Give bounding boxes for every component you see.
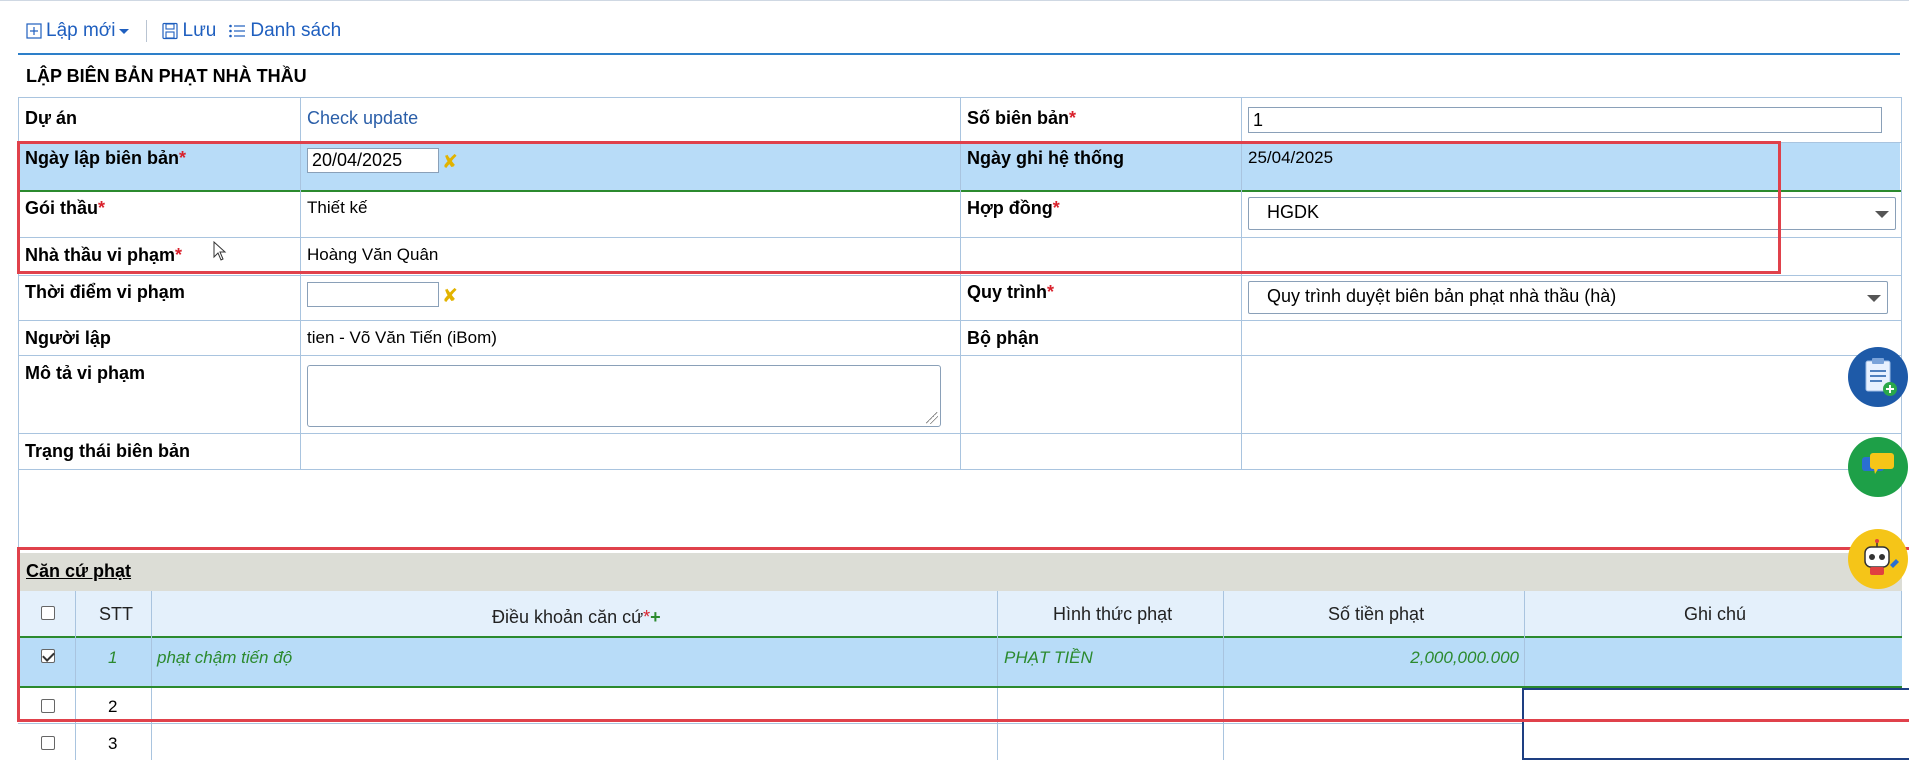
thoi-diem-input[interactable] <box>307 282 439 307</box>
grid-line <box>1223 636 1224 686</box>
du-an-label: Dự án <box>25 108 78 128</box>
toolbar-separator <box>145 20 147 42</box>
grid-line <box>960 97 961 469</box>
header-dieu-khoan: Điều khoản căn cứ*+ <box>492 607 661 627</box>
so-bien-ban-label: Số biên bản* <box>967 108 1077 128</box>
plus-square-icon <box>26 23 42 39</box>
so-bien-ban-input[interactable] <box>1248 107 1882 133</box>
resize-grip-icon[interactable] <box>926 412 938 424</box>
new-document-fab[interactable] <box>1848 347 1908 407</box>
grid-line <box>1524 636 1525 686</box>
header-so-tien: Số tiền phạt <box>1328 604 1425 624</box>
row-dieu-khoan[interactable]: phạt chậm tiến độ <box>157 648 292 668</box>
robot-icon <box>1864 539 1899 575</box>
hop-dong-label: Hợp đồng* <box>967 198 1060 218</box>
thoi-diem-label: Thời điểm vi phạm <box>25 282 185 302</box>
ghi-chu-editor[interactable] <box>1522 688 1919 760</box>
clear-date-icon[interactable]: ✘ <box>442 285 458 308</box>
row-checkbox[interactable] <box>41 649 55 663</box>
chevron-down-icon <box>1875 211 1889 218</box>
du-an-value[interactable]: Check update <box>307 108 418 129</box>
can-cu-table-header <box>18 591 1902 636</box>
trang-thai-label: Trạng thái biên bản <box>25 441 191 461</box>
mouse-cursor-icon <box>213 241 227 261</box>
add-row-icon[interactable]: + <box>650 607 661 627</box>
grid-line <box>18 97 19 469</box>
hop-dong-select[interactable]: HGDK <box>1248 197 1896 230</box>
nguoi-lap-label: Người lập <box>25 328 111 348</box>
ngay-lap-label: Ngày lập biên bản* <box>25 148 187 168</box>
toolbar-divider <box>18 53 1900 55</box>
mo-ta-textarea[interactable] <box>307 365 941 427</box>
row-stt: 2 <box>108 697 118 716</box>
chevron-down-icon <box>1867 295 1881 302</box>
new-button[interactable]: Lập mới <box>26 20 134 42</box>
grid-line <box>18 469 19 559</box>
header-hinh-thuc: Hình thức phạt <box>1053 604 1173 624</box>
hop-dong-selected: HGDK <box>1267 202 1320 222</box>
chat-bubble-icon <box>1862 453 1894 474</box>
goi-thau-value: Thiết kế <box>307 198 368 217</box>
grid-line <box>300 97 301 469</box>
list-label: Danh sách <box>250 20 342 41</box>
caret-down-icon <box>118 29 129 34</box>
vertical-scrollbar[interactable] <box>1909 0 1919 760</box>
ngay-lap-input[interactable] <box>307 148 439 173</box>
table-row[interactable] <box>18 636 1902 686</box>
robot-support-fab[interactable] <box>1848 529 1908 589</box>
ngay-ghi-value: 25/04/2025 <box>1248 148 1334 167</box>
toolbar: Lập mới Lưu Danh sách <box>26 16 341 46</box>
row-stt: 1 <box>108 648 118 667</box>
grid-line <box>1241 97 1242 469</box>
row-checkbox[interactable] <box>41 736 55 750</box>
nha-thau-value: Hoàng Văn Quân <box>307 245 439 264</box>
nha-thau-label: Nhà thầu vi phạm* <box>25 245 183 265</box>
list-icon <box>229 24 246 38</box>
top-border <box>0 0 1919 1</box>
goi-thau-label: Gói thầu* <box>25 198 106 218</box>
chat-fab[interactable] <box>1848 437 1908 497</box>
select-all-checkbox[interactable] <box>41 606 55 620</box>
grid-line <box>151 636 152 686</box>
page-title: LẬP BIÊN BẢN PHẠT NHÀ THẦU <box>26 66 307 86</box>
bo-phan-label: Bộ phận <box>967 328 1039 348</box>
header-ghi-chu: Ghi chú <box>1684 604 1747 624</box>
header-stt: STT <box>99 604 133 624</box>
save-button[interactable]: Lưu <box>161 20 217 42</box>
nguoi-lap-value: tien - Võ Văn Tiến (iBom) <box>307 328 497 347</box>
clipboard-add-icon <box>1865 358 1897 396</box>
quy-trinh-selected: Quy trình duyệt biên bản phạt nhà thầu (… <box>1267 286 1617 306</box>
clear-date-icon[interactable]: ✘ <box>442 151 458 174</box>
grid-line <box>18 723 1524 724</box>
row-stt: 3 <box>108 734 118 753</box>
ngay-ghi-label: Ngày ghi hệ thống <box>967 148 1124 168</box>
row-checkbox[interactable] <box>41 699 55 713</box>
row-so-tien[interactable]: 2,000,000.000 <box>1230 648 1519 668</box>
row-hinh-thuc[interactable]: PHẠT TIỀN <box>1004 648 1093 668</box>
mo-ta-label: Mô tả vi phạm <box>25 363 146 383</box>
can-cu-title[interactable]: Căn cứ phạt <box>26 561 131 582</box>
grid-line <box>1901 97 1902 469</box>
save-label: Lưu <box>182 20 217 41</box>
grid-line <box>18 469 1902 470</box>
quy-trinh-label: Quy trình* <box>967 282 1055 302</box>
save-icon <box>161 22 178 40</box>
grid-line <box>997 636 998 686</box>
grid-line <box>18 636 1902 638</box>
can-cu-section-header <box>18 553 1902 591</box>
new-label: Lập mới <box>46 20 116 41</box>
list-button[interactable]: Danh sách <box>228 20 341 42</box>
quy-trinh-select[interactable]: Quy trình duyệt biên bản phạt nhà thầu (… <box>1248 281 1888 314</box>
grid-line <box>75 636 76 686</box>
